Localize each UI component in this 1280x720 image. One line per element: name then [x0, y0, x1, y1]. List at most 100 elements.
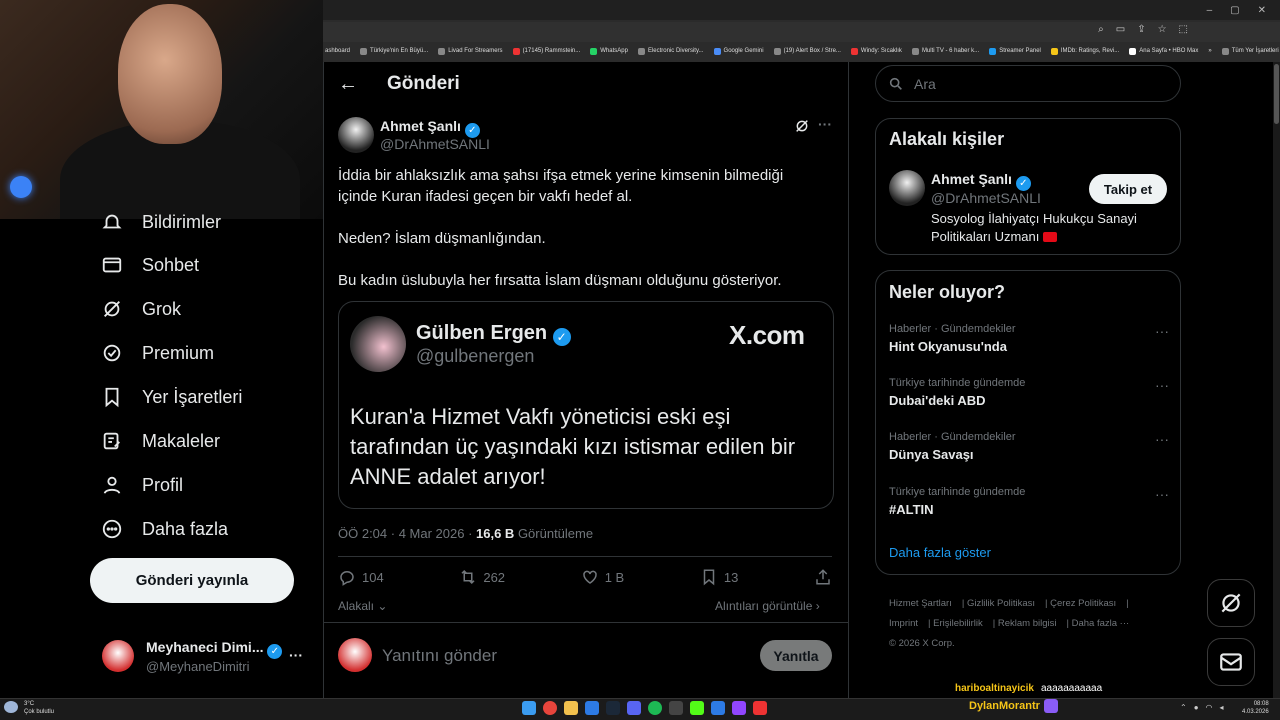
- footer-link[interactable]: Daha fazla ···: [1072, 618, 1130, 629]
- mail-icon: [100, 253, 124, 277]
- related-handle: @DrAhmetSANLI: [931, 190, 1041, 206]
- star-icon[interactable]: ☆: [1158, 24, 1167, 35]
- account-avatar[interactable]: [102, 640, 134, 672]
- scrollbar[interactable]: [1273, 62, 1280, 698]
- app-icon[interactable]: [711, 701, 725, 715]
- share-icon[interactable]: ⇪: [1137, 24, 1145, 35]
- nav-more[interactable]: Daha fazla: [100, 517, 228, 541]
- minimize-button[interactable]: –: [1207, 5, 1213, 16]
- footer-link[interactable]: Reklam bilgisi: [998, 618, 1057, 629]
- trend-item[interactable]: Haberler · Gündemdekiler Dünya Savaşı ···: [889, 431, 1169, 462]
- share-action[interactable]: [814, 568, 832, 586]
- show-more-link[interactable]: Daha fazla göster: [889, 545, 991, 560]
- bell-icon: [100, 210, 124, 234]
- nav-bookmarks[interactable]: Yer İşaretleri: [100, 385, 242, 409]
- clock[interactable]: 08:08 4.03.2026: [1242, 700, 1269, 716]
- scrollbar-thumb[interactable]: [1274, 64, 1279, 124]
- view-quotes-link[interactable]: Alıntıları görüntüle ›: [715, 599, 820, 613]
- verified-badge-icon: [100, 341, 124, 365]
- bookmark-item[interactable]: Ana Sayfa • HBO Max: [1129, 47, 1198, 55]
- bookmark-item[interactable]: IMDb: Ratings, Revi...: [1050, 47, 1119, 55]
- bookmark-item[interactable]: Türkiye'nin En Büyü...: [360, 47, 428, 55]
- author-name[interactable]: Ahmet Şanlı ✓: [380, 118, 480, 138]
- bookmark-item[interactable]: ashboard: [325, 48, 350, 54]
- bookmark-item[interactable]: Tüm Yer İşaretleri: [1221, 47, 1279, 55]
- back-button[interactable]: ←: [338, 73, 358, 96]
- app-icon[interactable]: [669, 701, 683, 715]
- search-input[interactable]: Ara: [914, 76, 936, 92]
- folder-icon[interactable]: [564, 701, 578, 715]
- app-icon[interactable]: [753, 701, 767, 715]
- spotify-icon[interactable]: [648, 701, 662, 715]
- close-window-button[interactable]: ✕: [1258, 5, 1266, 16]
- trend-item[interactable]: Türkiye tarihinde gündemde Dubai'deki ABD…: [889, 377, 1169, 408]
- repost-action[interactable]: 262: [459, 568, 505, 586]
- footer-link[interactable]: Hizmet Şartları: [889, 598, 952, 609]
- volume-icon[interactable]: ◂: [1220, 703, 1224, 712]
- extensions-icon[interactable]: ⬚: [1179, 24, 1188, 35]
- account-handle: @MeyhaneDimitri: [146, 659, 250, 674]
- cast-icon[interactable]: ▭: [1116, 24, 1125, 35]
- bookmark-item[interactable]: Google Gemini: [713, 47, 764, 55]
- bookmark-item[interactable]: Livad For Streamers: [438, 47, 503, 55]
- quoted-card[interactable]: Gülben Ergen ✓ @gulbenergen X.com Kuran'…: [338, 301, 834, 509]
- search-box[interactable]: Ara: [875, 65, 1181, 102]
- kick-icon[interactable]: [690, 701, 704, 715]
- weather-widget[interactable]: 3°C Çok bulutlu: [24, 700, 54, 716]
- discord-icon[interactable]: [627, 701, 641, 715]
- bookmark-icon: [100, 385, 124, 409]
- trend-more-button[interactable]: ···: [1155, 323, 1169, 339]
- author-avatar[interactable]: [338, 117, 374, 153]
- related-name[interactable]: Ahmet Şanlı ✓: [931, 171, 1031, 191]
- related-dropdown[interactable]: Alakalı ⌄: [338, 599, 387, 613]
- zoom-icon[interactable]: ⌕: [1098, 24, 1104, 35]
- steam-icon[interactable]: [606, 701, 620, 715]
- footer-link[interactable]: Imprint: [889, 618, 918, 629]
- bookmark-item[interactable]: (17145) Rammstein...: [512, 47, 580, 55]
- nav-premium[interactable]: Premium: [100, 341, 214, 365]
- related-avatar[interactable]: [889, 170, 925, 206]
- reply-button[interactable]: Yanıtla: [760, 640, 832, 671]
- bookmark-item[interactable]: Windy: Sıcaklık: [850, 47, 902, 55]
- bookmark-item[interactable]: Streamer Panel: [989, 47, 1041, 55]
- nav-chat[interactable]: Sohbet: [100, 253, 199, 277]
- trend-item[interactable]: Haberler · Gündemdekiler Hint Okyanusu'nd…: [889, 323, 1169, 354]
- reply-input[interactable]: Yanıtını gönder: [382, 646, 497, 666]
- account-name[interactable]: Meyhaneci Dimi... ✓: [146, 639, 283, 659]
- messages-fab[interactable]: [1207, 638, 1255, 686]
- maximize-button[interactable]: ▢: [1230, 5, 1239, 16]
- footer-link[interactable]: Gizlilik Politikası: [967, 598, 1035, 609]
- footer-link[interactable]: Erişilebilirlik: [933, 618, 983, 629]
- post-button[interactable]: Gönderi yayınla: [90, 558, 294, 603]
- follow-button[interactable]: Takip et: [1089, 174, 1167, 204]
- favicon-icon: [637, 47, 645, 55]
- nav-grok[interactable]: Grok: [100, 297, 181, 321]
- like-action[interactable]: 1 B: [581, 568, 624, 586]
- mic-icon[interactable]: ●: [1194, 703, 1199, 712]
- app-icon[interactable]: [585, 701, 599, 715]
- chevron-up-icon[interactable]: ⌃: [1180, 703, 1187, 712]
- nav-articles[interactable]: Makaleler: [100, 429, 220, 453]
- footer-link[interactable]: Çerez Politikası: [1050, 598, 1116, 609]
- reply-action[interactable]: 104: [338, 568, 384, 586]
- app-icon[interactable]: [732, 701, 746, 715]
- bookmark-item[interactable]: Electronic Diversity...: [637, 47, 704, 55]
- nav-profile[interactable]: Profil: [100, 473, 183, 497]
- bookmark-item[interactable]: (19) Alert Box / Stre...: [773, 47, 841, 55]
- trend-more-button[interactable]: ···: [1155, 431, 1169, 447]
- post-more-button[interactable]: ···: [818, 116, 832, 132]
- bookmarks-overflow[interactable]: »: [1208, 48, 1211, 54]
- trend-more-button[interactable]: ···: [1155, 486, 1169, 502]
- bookmark-action[interactable]: 13: [700, 568, 738, 586]
- grok-fab[interactable]: [1207, 579, 1255, 627]
- trend-item[interactable]: Türkiye tarihinde gündemde #ALTIN ···: [889, 486, 1169, 517]
- chrome-icon[interactable]: [543, 701, 557, 715]
- bookmark-item[interactable]: WhatsApp: [590, 47, 628, 55]
- bookmark-item[interactable]: Multi TV - 6 haber k...: [911, 47, 979, 55]
- wifi-icon[interactable]: ◠: [1206, 703, 1213, 712]
- grok-explain-icon[interactable]: [794, 118, 810, 139]
- nav-notifications[interactable]: Bildirimler: [100, 210, 221, 234]
- trend-more-button[interactable]: ···: [1155, 377, 1169, 393]
- windows-start-icon[interactable]: [522, 701, 536, 715]
- account-more-button[interactable]: ···: [289, 647, 303, 663]
